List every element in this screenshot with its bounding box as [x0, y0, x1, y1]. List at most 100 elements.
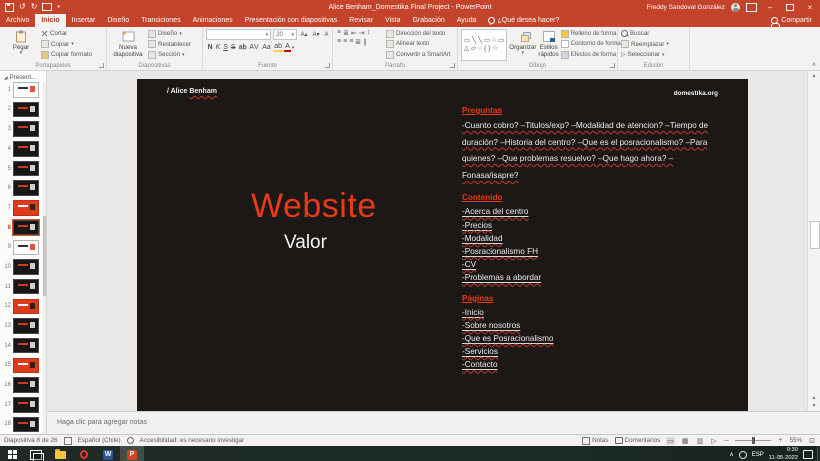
shape-icon[interactable]: ▭: [484, 38, 490, 45]
fit-to-window-icon[interactable]: ⊡: [808, 437, 816, 445]
reset-button[interactable]: Restablecer: [148, 40, 191, 50]
tab-revisar[interactable]: Revisar: [343, 14, 379, 27]
slide-number-indicator[interactable]: Diapositiva 8 de 26: [4, 437, 58, 444]
layout-button[interactable]: Diseño ▾: [148, 29, 191, 39]
zoom-level[interactable]: 55%: [790, 437, 803, 444]
paste-button[interactable]: Pegar ▾: [3, 29, 39, 61]
redo-icon[interactable]: ↻: [31, 3, 38, 11]
font-color-icon[interactable]: A: [284, 43, 291, 52]
slide-text-line[interactable]: -Problemas a abordar: [462, 271, 750, 284]
slide-thumbnail[interactable]: [13, 338, 39, 354]
slide-thumbnail[interactable]: [13, 318, 39, 334]
shape-icon[interactable]: ▭: [498, 38, 504, 45]
tab-archivo[interactable]: Archivo: [0, 14, 35, 27]
powerpoint-button[interactable]: P: [120, 446, 144, 461]
slide-thumbnail[interactable]: [13, 240, 39, 256]
slide-text-line[interactable]: -Que es Posracionalismo: [462, 332, 750, 345]
slide-thumbnail[interactable]: [13, 141, 39, 157]
arrange-button[interactable]: Organizar ▾: [509, 29, 536, 61]
zoom-in-button[interactable]: +: [777, 437, 783, 444]
shape-icon[interactable]: △: [464, 46, 469, 53]
comments-toggle[interactable]: Comentarios: [615, 437, 661, 444]
slide-thumbnail[interactable]: [13, 161, 39, 177]
shape-icon[interactable]: {: [484, 46, 486, 53]
account-name[interactable]: Freddy Sandoval González: [647, 4, 725, 11]
clear-format-icon[interactable]: A: [323, 32, 330, 38]
tell-me-box[interactable]: ¿Qué desea hacer?: [483, 14, 565, 27]
slide-section-heading[interactable]: Preguntas: [462, 106, 750, 115]
font-size-combo[interactable]: 20 ▾: [273, 29, 297, 40]
tab-ayuda[interactable]: Ayuda: [451, 14, 483, 27]
notes-pane[interactable]: Haga clic para agregar notas: [47, 411, 820, 433]
slide-thumbnail[interactable]: [13, 121, 39, 137]
slide-text-line[interactable]: -CV: [462, 258, 750, 271]
start-presentation-icon[interactable]: [42, 3, 52, 11]
slide-text-line[interactable]: -Acerca del centro: [462, 205, 750, 218]
smartart-button[interactable]: Convertir a SmartArt: [386, 50, 451, 60]
section-button[interactable]: Sección ▾: [148, 50, 191, 60]
shrink-font-icon[interactable]: A▾: [311, 31, 321, 38]
slide-site-text[interactable]: domestika.org: [674, 90, 718, 97]
dialog-launcher-icon[interactable]: [610, 63, 615, 68]
format-painter-button[interactable]: Copiar formato: [41, 50, 92, 60]
undo-icon[interactable]: ↺: [19, 3, 26, 11]
slide-thumbnail[interactable]: [13, 397, 39, 413]
shape-fill-button[interactable]: Relleno de forma: [561, 29, 621, 39]
slide-thumbnail[interactable]: [13, 299, 39, 315]
slide-text-line[interactable]: -Servicios: [462, 345, 750, 358]
vertical-scrollbar[interactable]: ▴ ▴ ▾: [807, 71, 820, 411]
tab-inicio[interactable]: Inicio: [35, 14, 65, 27]
justify-icon[interactable]: ≣: [354, 38, 362, 46]
slide-thumbnail[interactable]: [13, 102, 39, 118]
slide-text-line[interactable]: -Precios: [462, 219, 750, 232]
task-view-button[interactable]: [24, 446, 48, 461]
line-spacing-icon[interactable]: ↕: [366, 29, 372, 37]
indent-more-icon[interactable]: ⇥: [358, 29, 366, 37]
save-icon[interactable]: [5, 3, 14, 12]
slide-text-line[interactable]: -Inicio: [462, 306, 750, 319]
shape-icon[interactable]: ╲: [472, 38, 476, 45]
avatar[interactable]: [731, 3, 740, 12]
collapse-ribbon-icon[interactable]: ∧: [812, 61, 816, 68]
find-button[interactable]: Buscar: [621, 29, 669, 39]
tab-transiciones[interactable]: Transiciones: [135, 14, 186, 27]
file-explorer-button[interactable]: [48, 446, 72, 461]
slide-subtitle[interactable]: Valor: [284, 232, 327, 254]
slide-thumbnail[interactable]: [13, 200, 39, 216]
tray-app-icon[interactable]: [739, 451, 747, 459]
grow-font-icon[interactable]: A▴: [299, 31, 309, 38]
zoom-out-button[interactable]: –: [724, 437, 730, 444]
panel-header[interactable]: ◢ Present...: [0, 73, 46, 82]
slide-credit-text[interactable]: / Alice Benham: [167, 88, 217, 95]
slide-section-heading[interactable]: Contenido: [462, 193, 750, 202]
slide-thumbnail[interactable]: [13, 417, 39, 433]
quick-styles-button[interactable]: Estilos rápidos: [538, 29, 558, 61]
underline-button[interactable]: S: [222, 44, 230, 51]
tab-presentación-con-diapositivas[interactable]: Presentación con diapositivas: [239, 14, 344, 27]
clock[interactable]: 0:30 11-05-2022: [769, 447, 798, 461]
slide-thumbnail[interactable]: [13, 279, 39, 295]
input-language-indicator[interactable]: ESP: [752, 452, 764, 458]
previous-slide-icon[interactable]: ▴: [812, 394, 815, 401]
slide-text-line[interactable]: Fonasa/isapre?: [462, 168, 750, 185]
indent-less-icon[interactable]: ⇤: [350, 29, 358, 37]
normal-view-button[interactable]: ▭: [666, 437, 675, 445]
slide-text-line[interactable]: quienes? –Que problemas resuelvo? –Que h…: [462, 151, 750, 168]
dialog-launcher-icon[interactable]: [325, 63, 330, 68]
dialog-launcher-icon[interactable]: [99, 63, 104, 68]
thumbnail-scrollbar[interactable]: [43, 82, 46, 434]
customize-qat-icon[interactable]: ▾: [57, 4, 60, 10]
slide-thumbnail[interactable]: [13, 82, 39, 98]
zoom-slider-thumb[interactable]: [752, 437, 755, 444]
accessibility-icon[interactable]: [127, 437, 134, 444]
italic-button[interactable]: K: [214, 44, 222, 51]
scrollbar-thumb[interactable]: [810, 221, 820, 249]
slide-text-line[interactable]: -Contacto: [462, 358, 750, 371]
cut-button[interactable]: Cortar: [41, 29, 92, 39]
opera-button[interactable]: [72, 446, 96, 461]
accessibility-status[interactable]: Accesibilidad: es necesario investigar: [140, 437, 245, 444]
zoom-slider[interactable]: [735, 440, 771, 441]
spellcheck-icon[interactable]: [64, 437, 72, 445]
share-button[interactable]: Compartir: [763, 14, 820, 27]
notes-toggle[interactable]: Notas: [582, 437, 608, 445]
